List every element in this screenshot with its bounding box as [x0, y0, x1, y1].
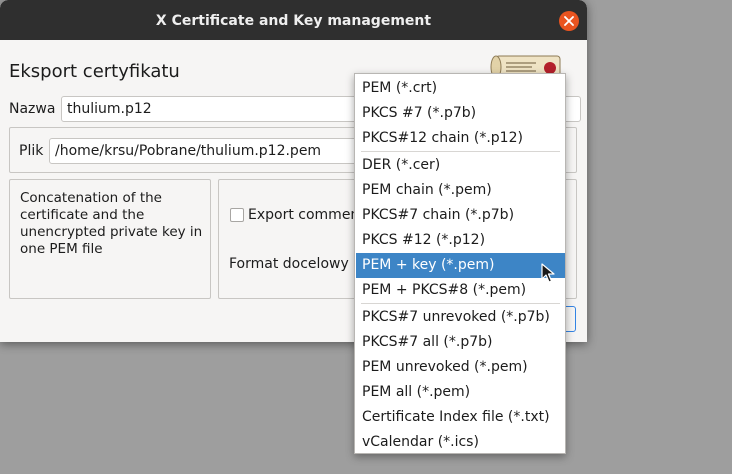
format-description: Concatenation of the certificate and the…	[20, 190, 203, 257]
format-option[interactable]: Certificate Index file (*.txt)	[356, 405, 565, 430]
export-comment-label[interactable]: Export commen	[248, 207, 359, 223]
format-option[interactable]: PEM (*.crt)	[356, 76, 565, 101]
format-label: Format docelowy	[229, 256, 349, 272]
name-label: Nazwa	[9, 101, 56, 117]
window-title: X Certificate and Key management	[155, 13, 432, 29]
format-option[interactable]: PKCS#7 unrevoked (*.p7b)	[356, 305, 565, 330]
dialog-heading: Eksport certyfikatu	[9, 61, 180, 82]
close-icon	[564, 16, 574, 26]
file-label: Plik	[19, 143, 44, 159]
menu-separator	[361, 151, 560, 152]
format-option[interactable]: PEM chain (*.pem)	[356, 178, 565, 203]
close-button[interactable]	[559, 11, 579, 31]
file-path-input[interactable]	[49, 138, 369, 164]
format-option[interactable]: PEM all (*.pem)	[356, 380, 565, 405]
format-option[interactable]: PKCS #7 (*.p7b)	[356, 101, 565, 126]
format-option[interactable]: PKCS #12 (*.p12)	[356, 228, 565, 253]
format-dropdown-list[interactable]: PEM (*.crt) PKCS #7 (*.p7b) PKCS#12 chai…	[354, 73, 566, 454]
format-option[interactable]: PKCS#7 chain (*.p7b)	[356, 203, 565, 228]
format-option[interactable]: PEM + PKCS#8 (*.pem)	[356, 278, 565, 303]
menu-separator	[361, 303, 560, 304]
format-option[interactable]: PEM unrevoked (*.pem)	[356, 355, 565, 380]
export-comment-checkbox[interactable]	[230, 208, 244, 222]
title-bar[interactable]: X Certificate and Key management	[0, 0, 587, 40]
format-option[interactable]: PKCS#12 chain (*.p12)	[356, 126, 565, 151]
mouse-pointer-icon	[541, 263, 555, 283]
format-option[interactable]: PKCS#7 all (*.p7b)	[356, 330, 565, 355]
format-option[interactable]: vCalendar (*.ics)	[356, 430, 565, 455]
format-option[interactable]: DER (*.cer)	[356, 153, 565, 178]
format-option-selected[interactable]: PEM + key (*.pem)	[356, 253, 565, 278]
